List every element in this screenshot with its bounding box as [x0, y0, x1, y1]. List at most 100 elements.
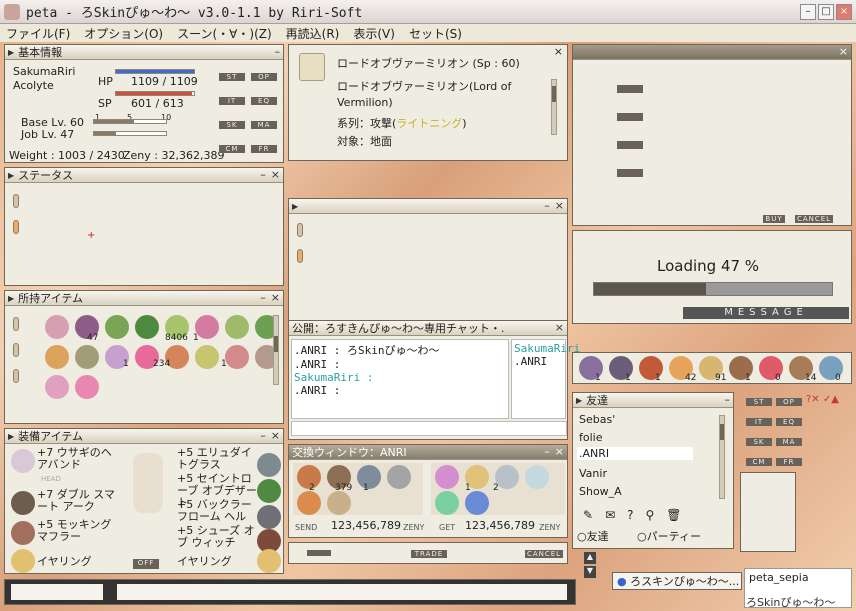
earring-icon[interactable]	[11, 549, 35, 573]
minimize-button[interactable]: –	[800, 4, 816, 20]
minimize-icon[interactable]: –	[544, 445, 550, 458]
mini-eq-button[interactable]: EQ	[776, 418, 802, 426]
trade-get-item-icon[interactable]	[465, 491, 489, 515]
mini-st-button[interactable]: ST	[746, 398, 772, 406]
muffler-icon[interactable]	[11, 521, 35, 545]
inventory-tab-3[interactable]	[13, 369, 19, 383]
status-header[interactable]: ▶ ステータス – ×	[5, 168, 283, 183]
chat-header[interactable]: 公開：ろすきんぴゅ～わ～専用チャット・. ×	[289, 321, 567, 336]
menu-file[interactable]: ファイル(F)	[6, 25, 70, 42]
friends-radio[interactable]: ○友達	[577, 528, 609, 544]
buy-button[interactable]: BUY	[763, 215, 785, 223]
chat-input[interactable]	[291, 421, 567, 436]
menu-reload[interactable]: 再読込(R)	[286, 25, 340, 42]
equipment-header[interactable]: ▶ 装備アイテム – ×	[5, 429, 283, 444]
close-icon[interactable]: ×	[271, 291, 280, 304]
st-button[interactable]: ST	[219, 73, 245, 81]
shop-item-slot[interactable]	[617, 141, 643, 149]
trade-send-item-icon[interactable]	[327, 491, 351, 515]
friends-scrollbar[interactable]	[719, 415, 725, 499]
ma-button[interactable]: MA	[251, 121, 277, 129]
minimize-icon[interactable]: –	[260, 168, 266, 181]
scroll-down-button[interactable]: ▼	[584, 566, 596, 578]
inventory-item-icon[interactable]	[195, 345, 219, 369]
inventory-tab-1[interactable]	[13, 317, 19, 331]
inventory-item-icon[interactable]	[105, 315, 129, 339]
scroll-up-button[interactable]: ▲	[584, 552, 596, 564]
buckler-icon[interactable]	[257, 505, 281, 529]
mini-sk-button[interactable]: SK	[746, 438, 772, 446]
emote-icons[interactable]: ?✕ ✓▲	[806, 394, 839, 405]
minimize-icon[interactable]: –	[260, 291, 266, 304]
close-icon[interactable]: ×	[271, 429, 280, 442]
fr-button[interactable]: FR	[251, 145, 277, 153]
close-button[interactable]: ×	[836, 4, 852, 20]
trade-header[interactable]: 交換ウィンドウ：ANRI – ×	[289, 445, 567, 460]
inventory-item-icon[interactable]	[225, 315, 249, 339]
shop-header[interactable]: ×	[573, 45, 851, 60]
skill-scrollbar[interactable]	[551, 79, 557, 135]
shop-item-slot[interactable]	[617, 85, 643, 93]
minimize-icon[interactable]: –	[275, 45, 281, 58]
friends-header[interactable]: ▶ 友達 –	[573, 393, 733, 408]
search-icon[interactable]: ⚲	[646, 508, 655, 524]
trade-cancel-button[interactable]: CANCEL	[525, 550, 563, 558]
op-button[interactable]: OP	[251, 73, 277, 81]
trade-drag-handle[interactable]	[307, 550, 331, 556]
whisper-icon[interactable]: ✉	[605, 508, 615, 524]
status-tab-1[interactable]	[13, 194, 19, 208]
inventory-header[interactable]: ▶ 所持アイテム – ×	[5, 291, 283, 306]
trash-icon[interactable]: 🗑	[666, 508, 681, 524]
close-icon[interactable]: ×	[839, 45, 848, 58]
friend-item[interactable]: folie	[579, 431, 602, 444]
mini-op-button[interactable]: OP	[776, 398, 802, 406]
menu-set[interactable]: セット(S)	[409, 25, 462, 42]
friend-item[interactable]: Vanir	[579, 467, 607, 480]
edit-icon[interactable]: ✎	[583, 508, 593, 524]
inventory-item-icon[interactable]	[45, 375, 69, 399]
chat-main-input[interactable]	[117, 584, 567, 600]
maximize-button[interactable]: □	[818, 4, 834, 20]
inventory-scrollbar[interactable]	[273, 315, 279, 385]
it-button[interactable]: IT	[219, 97, 245, 105]
inventory-tab-2[interactable]	[13, 343, 19, 357]
off-button[interactable]: OFF	[133, 559, 159, 569]
trade-send-item-icon[interactable]	[297, 491, 321, 515]
help-icon[interactable]: ?	[627, 508, 633, 524]
blank-tab-1[interactable]	[297, 223, 303, 237]
menu-option[interactable]: オプション(O)	[84, 25, 163, 42]
inventory-item-icon[interactable]	[75, 375, 99, 399]
shop-item-slot[interactable]	[617, 169, 643, 177]
friend-item[interactable]: Show_A	[579, 485, 622, 498]
staff-icon[interactable]	[11, 491, 35, 515]
inventory-item-icon[interactable]	[135, 315, 159, 339]
mini-it-button[interactable]: IT	[746, 418, 772, 426]
mini-fr-button[interactable]: FR	[776, 458, 802, 466]
friend-item[interactable]: Sebas'	[579, 413, 615, 426]
trade-get-item-icon[interactable]	[435, 491, 459, 515]
trade-button[interactable]: TRADE	[411, 550, 447, 558]
status-tab-2[interactable]	[13, 220, 19, 234]
chat-target-input[interactable]	[11, 584, 103, 600]
trade-get-item-icon[interactable]	[435, 465, 459, 489]
blank-tab-2[interactable]	[297, 249, 303, 263]
party-radio[interactable]: ○パーティー	[637, 528, 701, 544]
trade-send-item-icon[interactable]	[387, 465, 411, 489]
close-icon[interactable]: ×	[271, 168, 280, 181]
member-item[interactable]: SakumaRiri	[514, 342, 580, 355]
close-icon[interactable]: ×	[555, 321, 564, 334]
minimize-icon[interactable]: –	[725, 393, 731, 406]
sk-button[interactable]: SK	[219, 121, 245, 129]
menu-soon[interactable]: スーン(・∀・)(Z)	[177, 25, 272, 42]
trade-send-item-icon[interactable]	[357, 465, 381, 489]
chat-tab[interactable]: ● ろスキンぴゅ～わ～...	[612, 572, 742, 590]
menu-view[interactable]: 表示(V)	[353, 25, 395, 42]
mini-ma-button[interactable]: MA	[776, 438, 802, 446]
friend-item-selected[interactable]: .ANRI	[577, 447, 693, 460]
inventory-item-icon[interactable]	[45, 315, 69, 339]
member-item[interactable]: .ANRI	[514, 355, 563, 368]
inventory-item-icon[interactable]	[75, 345, 99, 369]
trade-get-item-icon[interactable]	[525, 465, 549, 489]
inventory-item-icon[interactable]	[225, 345, 249, 369]
rabbit-hairband-icon[interactable]	[11, 449, 35, 473]
